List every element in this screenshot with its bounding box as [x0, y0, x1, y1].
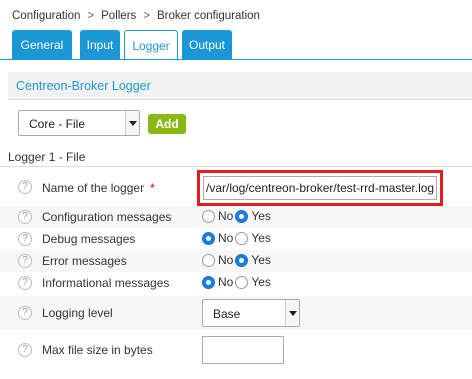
configuration-messages-radio-yes[interactable]	[235, 209, 249, 223]
tab-bar: General Input Logger Output	[12, 30, 472, 61]
logger-type-select[interactable]: Core - File	[18, 110, 140, 136]
tab-input[interactable]: Input	[80, 30, 120, 60]
form-row-debug-messages: ? Debug messages No Yes	[0, 228, 472, 250]
help-icon[interactable]: ?	[18, 232, 32, 246]
chevron-down-icon	[125, 111, 139, 135]
field-label-error-messages: Error messages	[42, 254, 127, 268]
help-icon[interactable]: ?	[18, 210, 32, 224]
tab-general[interactable]: General	[12, 30, 72, 60]
breadcrumb-item-configuration[interactable]: Configuration	[12, 10, 80, 22]
chevron-down-icon	[285, 300, 299, 326]
form-row-configuration-messages: ? Configuration messages No Yes	[0, 206, 472, 228]
logging-level-value: Base	[213, 307, 241, 321]
highlight-box	[197, 170, 443, 206]
breadcrumb-separator: >	[87, 10, 95, 22]
error-messages-radio-yes[interactable]	[235, 253, 249, 267]
logger-group-label: Logger 1 - File	[8, 150, 86, 164]
required-marker: *	[150, 181, 155, 195]
help-icon[interactable]: ?	[18, 180, 32, 194]
informational-messages-radio-group: No Yes	[202, 275, 273, 289]
divider	[0, 166, 472, 167]
field-label-name: Name of the logger *	[42, 181, 155, 195]
configuration-messages-radio-no[interactable]	[202, 209, 215, 223]
informational-messages-radio-yes[interactable]	[235, 275, 249, 289]
breadcrumb-item-pollers[interactable]: Pollers	[101, 10, 136, 22]
tab-logger[interactable]: Logger	[124, 30, 178, 61]
informational-messages-radio-no[interactable]	[202, 275, 215, 289]
field-label-logging-level: Logging level	[42, 306, 113, 320]
logger-type-value: Core - File	[29, 117, 86, 131]
tab-divider	[0, 59, 472, 60]
debug-messages-radio-group: No Yes	[202, 231, 273, 245]
radio-label-no: No	[218, 275, 234, 289]
debug-messages-radio-no[interactable]	[202, 231, 215, 245]
radio-label-yes: Yes	[251, 253, 271, 267]
error-messages-radio-no[interactable]	[202, 253, 215, 267]
error-messages-radio-group: No Yes	[202, 253, 273, 267]
add-button[interactable]: Add	[148, 114, 186, 134]
breadcrumb: Configuration > Pollers > Broker configurati…	[12, 10, 260, 22]
radio-label-yes: Yes	[251, 209, 271, 223]
max-file-size-input[interactable]	[202, 336, 284, 364]
form-row-error-messages: ? Error messages No Yes	[0, 250, 472, 272]
tab-output[interactable]: Output	[182, 30, 232, 60]
radio-label-yes: Yes	[251, 231, 271, 245]
field-label-max-file-size: Max file size in bytes	[42, 343, 153, 357]
field-label-debug-messages: Debug messages	[42, 232, 136, 246]
help-icon[interactable]: ?	[18, 343, 32, 357]
field-label-informational-messages: Informational messages	[42, 276, 170, 290]
help-icon[interactable]: ?	[18, 276, 32, 290]
radio-label-no: No	[218, 231, 234, 245]
radio-label-no: No	[218, 209, 234, 223]
breadcrumb-separator: >	[143, 10, 150, 22]
help-icon[interactable]: ?	[18, 254, 32, 268]
section-title: Centreon-Broker Logger	[16, 79, 151, 93]
configuration-messages-radio-group: No Yes	[202, 209, 273, 223]
debug-messages-radio-yes[interactable]	[235, 231, 249, 245]
form-row-informational-messages: ? Informational messages No Yes	[0, 272, 472, 294]
help-icon[interactable]: ?	[18, 306, 32, 320]
radio-label-no: No	[218, 253, 234, 267]
radio-label-yes: Yes	[251, 275, 271, 289]
logging-level-select[interactable]: Base	[202, 299, 300, 327]
breadcrumb-item-broker-configuration[interactable]: Broker configuration	[157, 10, 260, 22]
section-header: Centreon-Broker Logger	[8, 72, 472, 100]
field-label-configuration-messages: Configuration messages	[42, 210, 172, 224]
